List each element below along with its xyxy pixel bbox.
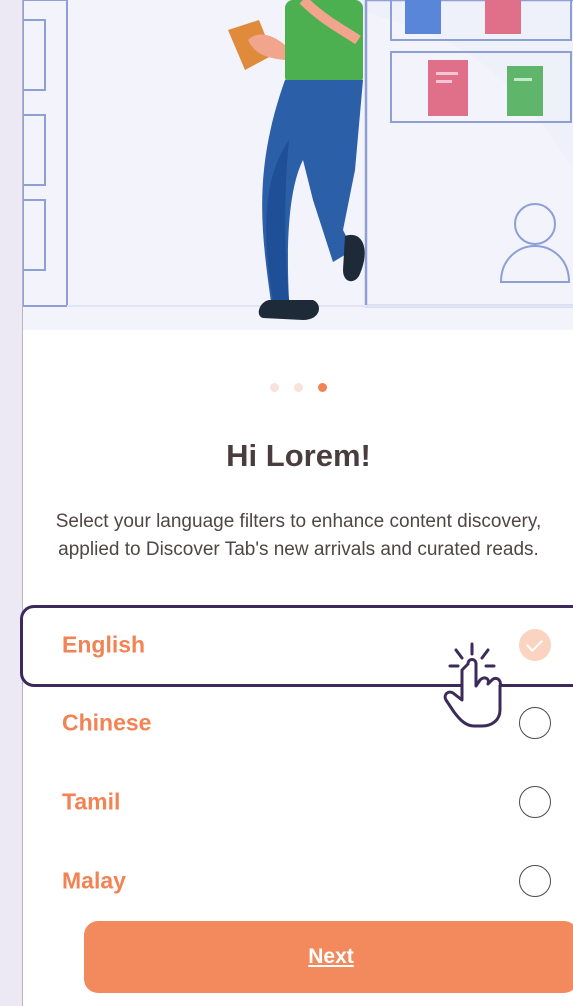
next-button[interactable]: Next (84, 921, 573, 993)
language-label: Chinese (62, 709, 152, 736)
hero-illustration (23, 0, 573, 330)
hand-pointer-icon (443, 642, 502, 728)
page-dot-3-active[interactable] (318, 383, 327, 392)
radio-button[interactable] (519, 707, 551, 739)
page-dot-2[interactable] (294, 383, 303, 392)
radio-button[interactable] (519, 786, 551, 818)
check-icon[interactable] (519, 629, 551, 661)
radio-button[interactable] (519, 865, 551, 897)
language-label: Tamil (62, 788, 121, 815)
page-indicator (23, 383, 573, 392)
page-dot-1[interactable] (270, 383, 279, 392)
language-option-tamil[interactable]: Tamil (23, 769, 573, 835)
description-text: Select your language filters to enhance … (55, 511, 542, 560)
language-label: Malay (62, 867, 126, 894)
page-title: Hi Lorem! (226, 438, 371, 473)
language-label: English (62, 631, 146, 658)
language-option-malay[interactable]: Malay (23, 848, 573, 914)
onboarding-screen: Hi Lorem! Select your language filters t… (22, 0, 573, 1006)
